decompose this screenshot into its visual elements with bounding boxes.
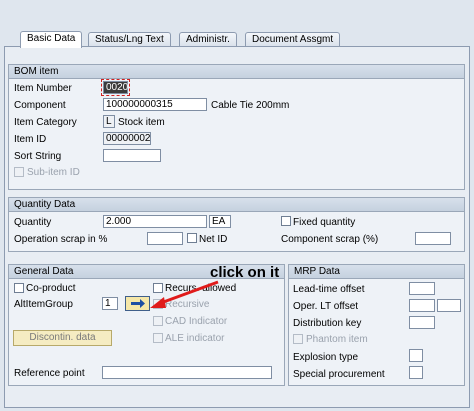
item-category-description: Stock item	[118, 117, 165, 128]
item-id-field[interactable]: 00000002	[103, 132, 151, 145]
sort-string-label: Sort String	[14, 151, 62, 162]
reference-point-field[interactable]	[102, 366, 272, 379]
co-product-checkbox[interactable]	[14, 283, 24, 293]
unit-field[interactable]: EA	[209, 215, 231, 228]
tab-basic-data[interactable]: Basic Data	[20, 31, 83, 48]
phantom-item-checkbox[interactable]	[293, 334, 303, 344]
ale-indicator-checkbox[interactable]	[153, 333, 163, 343]
phantom-item-label: Phantom item	[306, 334, 368, 345]
net-id-checkbox[interactable]	[187, 233, 197, 243]
discontin-data-button[interactable]: Discontin. data	[13, 330, 112, 346]
special-procurement-label: Special procurement	[293, 369, 385, 380]
ale-indicator-label: ALE indicator	[165, 333, 225, 344]
net-id-label: Net ID	[199, 234, 228, 245]
item-number-label: Item Number	[14, 83, 72, 94]
quantity-field[interactable]: 2.000	[103, 215, 207, 228]
explosion-type-label: Explosion type	[293, 352, 359, 363]
tab-administr[interactable]: Administr.	[179, 32, 237, 47]
item-category-label: Item Category	[14, 117, 77, 128]
distribution-key-label: Distribution key	[293, 318, 362, 329]
alt-item-group-label: AltItemGroup	[14, 299, 73, 310]
sub-item-checkbox[interactable]	[14, 167, 24, 177]
sub-item-label: Sub-item ID	[27, 167, 80, 178]
mrp-data-header: MRP Data	[289, 265, 464, 279]
quantity-data-header: Quantity Data	[9, 198, 464, 212]
operation-scrap-field[interactable]	[147, 232, 183, 245]
fixed-quantity-checkbox[interactable]	[281, 216, 291, 226]
special-procurement-field[interactable]	[409, 366, 423, 379]
fixed-quantity-label: Fixed quantity	[293, 217, 356, 228]
sort-string-field[interactable]	[103, 149, 161, 162]
component-label: Component	[14, 100, 66, 111]
oper-lt-offset-unit-field[interactable]	[437, 299, 461, 312]
distribution-key-field[interactable]	[409, 316, 435, 329]
item-number-field[interactable]: 0020	[101, 79, 130, 96]
component-description: Cable Tie 200mm	[211, 100, 290, 111]
lead-time-offset-field[interactable]	[409, 282, 435, 295]
explosion-type-field[interactable]	[409, 349, 423, 362]
component-scrap-label: Component scrap (%)	[281, 234, 379, 245]
item-category-field[interactable]: L	[103, 115, 115, 128]
quantity-label: Quantity	[14, 217, 52, 228]
alt-item-group-field[interactable]: 1	[102, 297, 118, 310]
operation-scrap-label: Operation scrap in %	[14, 234, 108, 245]
bom-item-header: BOM item	[9, 65, 464, 79]
tab-status-lng-text[interactable]: Status/Lng Text	[88, 32, 171, 47]
reference-point-label: Reference point	[14, 368, 85, 379]
item-id-label: Item ID	[14, 134, 47, 145]
co-product-label: Co-product	[26, 283, 76, 294]
component-field[interactable]: 100000000315	[103, 98, 207, 111]
oper-lt-offset-label: Oper. LT offset	[293, 301, 359, 312]
lead-time-offset-label: Lead-time offset	[293, 284, 365, 295]
component-scrap-field[interactable]	[415, 232, 451, 245]
annotation-arrow-icon	[150, 280, 219, 308]
tab-document-assgmt[interactable]: Document Assgmt	[245, 32, 341, 47]
oper-lt-offset-field[interactable]	[409, 299, 435, 312]
